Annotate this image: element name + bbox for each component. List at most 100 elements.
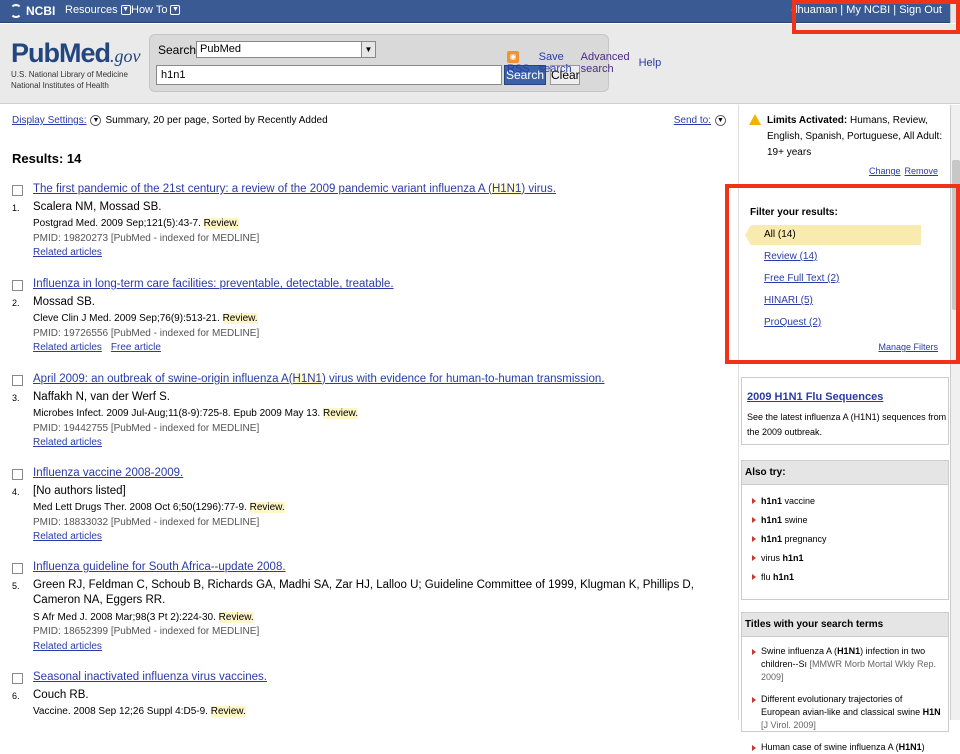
- result-citation: Postgrad Med. 2009 Sep;121(5):43-7. Revi…: [33, 218, 239, 229]
- chevron-down-icon[interactable]: ▼: [715, 115, 726, 126]
- result-title-link[interactable]: April 2009: an outbreak of swine-origin …: [33, 373, 604, 385]
- term-rest: vaccine: [782, 495, 816, 506]
- also-try-item[interactable]: virus h1n1: [752, 548, 948, 567]
- result-authors: Mossad SB.: [33, 296, 95, 308]
- limits-links: Change Remove: [865, 166, 938, 176]
- save-search-link[interactable]: Save search: [539, 51, 572, 75]
- result-number: 2.: [12, 298, 20, 308]
- help-link[interactable]: Help: [639, 57, 662, 69]
- related-articles-link[interactable]: Related articles: [33, 531, 102, 542]
- result-links: Related articles: [33, 641, 111, 652]
- result-checkbox[interactable]: [12, 185, 23, 196]
- search-panel: Search: PubMed ▼ h1n1 Search Clear ◉RSS …: [149, 34, 661, 92]
- pubmed-header: PubMed.gov U.S. National Library of Medi…: [0, 24, 960, 104]
- term-bold: h1n1: [761, 514, 783, 525]
- send-to: Send to: ▼: [674, 115, 726, 126]
- display-settings-value: Summary, 20 per page, Sorted by Recently…: [105, 115, 328, 126]
- database-select[interactable]: PubMed ▼: [196, 41, 376, 58]
- result-links: Related articles: [33, 437, 111, 448]
- search-input[interactable]: h1n1: [156, 65, 502, 85]
- citation-text: Cleve Clin J Med. 2009 Sep;76(9):513-21.: [33, 313, 220, 324]
- resources-label: Resources: [65, 4, 118, 16]
- result-links: Related articles: [33, 247, 111, 258]
- pubmed-logo[interactable]: PubMed.gov U.S. National Library of Medi…: [11, 38, 141, 91]
- advanced-search-link[interactable]: Advanced search: [581, 51, 630, 75]
- term-rest: virus: [761, 552, 783, 563]
- term-rest: flu: [761, 571, 774, 582]
- result-citation: Cleve Clin J Med. 2009 Sep;76(9):513-21.…: [33, 313, 258, 324]
- flu-sequences-box: 2009 H1N1 Flu Sequences See the latest i…: [741, 377, 949, 445]
- review-badge: Review.: [218, 612, 254, 623]
- result-checkbox[interactable]: [12, 375, 23, 386]
- term-bold: h1n1: [761, 533, 783, 544]
- resources-menu[interactable]: Resources ▼: [65, 4, 131, 16]
- also-try-box: Also try: h1n1 vaccine h1n1 swine h1n1 p…: [741, 460, 949, 600]
- title-highlight: H1N1: [491, 183, 522, 195]
- bullet-arrow-icon: [752, 516, 756, 523]
- result-item: 5. Influenza guideline for South Africa-…: [12, 561, 732, 656]
- remove-limits-link[interactable]: Remove: [904, 166, 938, 176]
- limits-label: Limits Activated:: [767, 115, 848, 126]
- result-title-link[interactable]: Seasonal inactivated influenza virus vac…: [33, 671, 267, 683]
- logo-pub: Pub: [11, 38, 60, 68]
- search-links: ◉RSS Save search Advanced search Help: [507, 50, 661, 75]
- title-item[interactable]: Swine influenza A (H1N1) infection in tw…: [752, 645, 942, 684]
- chevron-down-icon: ▼: [120, 5, 131, 15]
- review-badge: Review.: [322, 408, 358, 419]
- also-try-item[interactable]: flu h1n1: [752, 567, 948, 586]
- result-number: 6.: [12, 691, 20, 701]
- result-citation: Vaccine. 2008 Sep 12;26 Suppl 4:D5-9. Re…: [33, 706, 246, 717]
- title-text: ): [921, 742, 925, 752]
- related-articles-link[interactable]: Related articles: [33, 437, 102, 448]
- result-checkbox[interactable]: [12, 563, 23, 574]
- result-title-link[interactable]: Influenza guideline for South Africa--up…: [33, 561, 286, 573]
- rss-icon: ◉: [507, 51, 519, 63]
- title-item[interactable]: Human case of swine influenza A (H1N1): [752, 741, 942, 754]
- display-settings-link[interactable]: Display Settings:: [12, 115, 86, 126]
- result-checkbox[interactable]: [12, 280, 23, 291]
- also-try-list: h1n1 vaccine h1n1 swine h1n1 pregnancy v…: [742, 485, 948, 586]
- limits-activated: Limits Activated: Humans, Review, Englis…: [749, 113, 949, 161]
- warning-icon: [749, 114, 761, 125]
- free-article-link[interactable]: Free article: [111, 342, 161, 353]
- result-number: 4.: [12, 487, 20, 497]
- change-limits-link[interactable]: Change: [869, 166, 901, 176]
- logo-med: Med: [59, 38, 111, 68]
- chevron-down-icon: ▼: [361, 42, 375, 57]
- also-try-item[interactable]: h1n1 vaccine: [752, 491, 948, 510]
- result-number: 3.: [12, 393, 20, 403]
- bullet-arrow-icon: [752, 697, 756, 703]
- result-checkbox[interactable]: [12, 673, 23, 684]
- display-settings-bar: Display Settings: ▼ Summary, 20 per page…: [12, 115, 328, 126]
- also-try-item[interactable]: h1n1 pregnancy: [752, 529, 948, 548]
- howto-menu[interactable]: How To ▼: [131, 4, 181, 16]
- titles-with-terms-box: Titles with your search terms Swine infl…: [741, 612, 949, 752]
- title-highlight: H1N1: [898, 742, 922, 752]
- title-text: The first pandemic of the 21st century: …: [33, 183, 492, 195]
- flu-sequences-link[interactable]: 2009 H1N1 Flu Sequences: [747, 391, 883, 403]
- rss-link[interactable]: ◉RSS: [507, 50, 530, 75]
- also-try-item[interactable]: h1n1 swine: [752, 510, 948, 529]
- result-pmid: PMID: 19442755 [PubMed - indexed for MED…: [33, 423, 260, 434]
- chevron-down-icon[interactable]: ▼: [90, 115, 102, 126]
- titles-heading: Titles with your search terms: [742, 613, 948, 637]
- related-articles-link[interactable]: Related articles: [33, 641, 102, 652]
- review-badge: Review.: [203, 218, 239, 229]
- result-title-link[interactable]: The first pandemic of the 21st century: …: [33, 183, 556, 195]
- send-to-link[interactable]: Send to:: [674, 115, 711, 126]
- results-area: Display Settings: ▼ Summary, 20 per page…: [0, 105, 738, 720]
- result-item: 2. Influenza in long-term care facilitie…: [12, 278, 732, 358]
- result-title-link[interactable]: Influenza in long-term care facilities: …: [33, 278, 394, 290]
- title-item[interactable]: Different evolutionary trajectories of E…: [752, 693, 942, 732]
- flu-sequences-desc: See the latest influenza A (H1N1) sequen…: [747, 412, 947, 437]
- search-label: Search:: [158, 43, 200, 57]
- result-title-link[interactable]: Influenza vaccine 2008-2009.: [33, 467, 183, 479]
- related-articles-link[interactable]: Related articles: [33, 342, 102, 353]
- review-badge: Review.: [210, 706, 246, 717]
- bullet-arrow-icon: [752, 649, 756, 655]
- related-articles-link[interactable]: Related articles: [33, 247, 102, 258]
- title-text: Human case of swine influenza A (: [761, 742, 899, 752]
- database-value: PubMed: [200, 43, 241, 55]
- ncbi-logo[interactable]: NCBI: [10, 4, 55, 18]
- result-checkbox[interactable]: [12, 469, 23, 480]
